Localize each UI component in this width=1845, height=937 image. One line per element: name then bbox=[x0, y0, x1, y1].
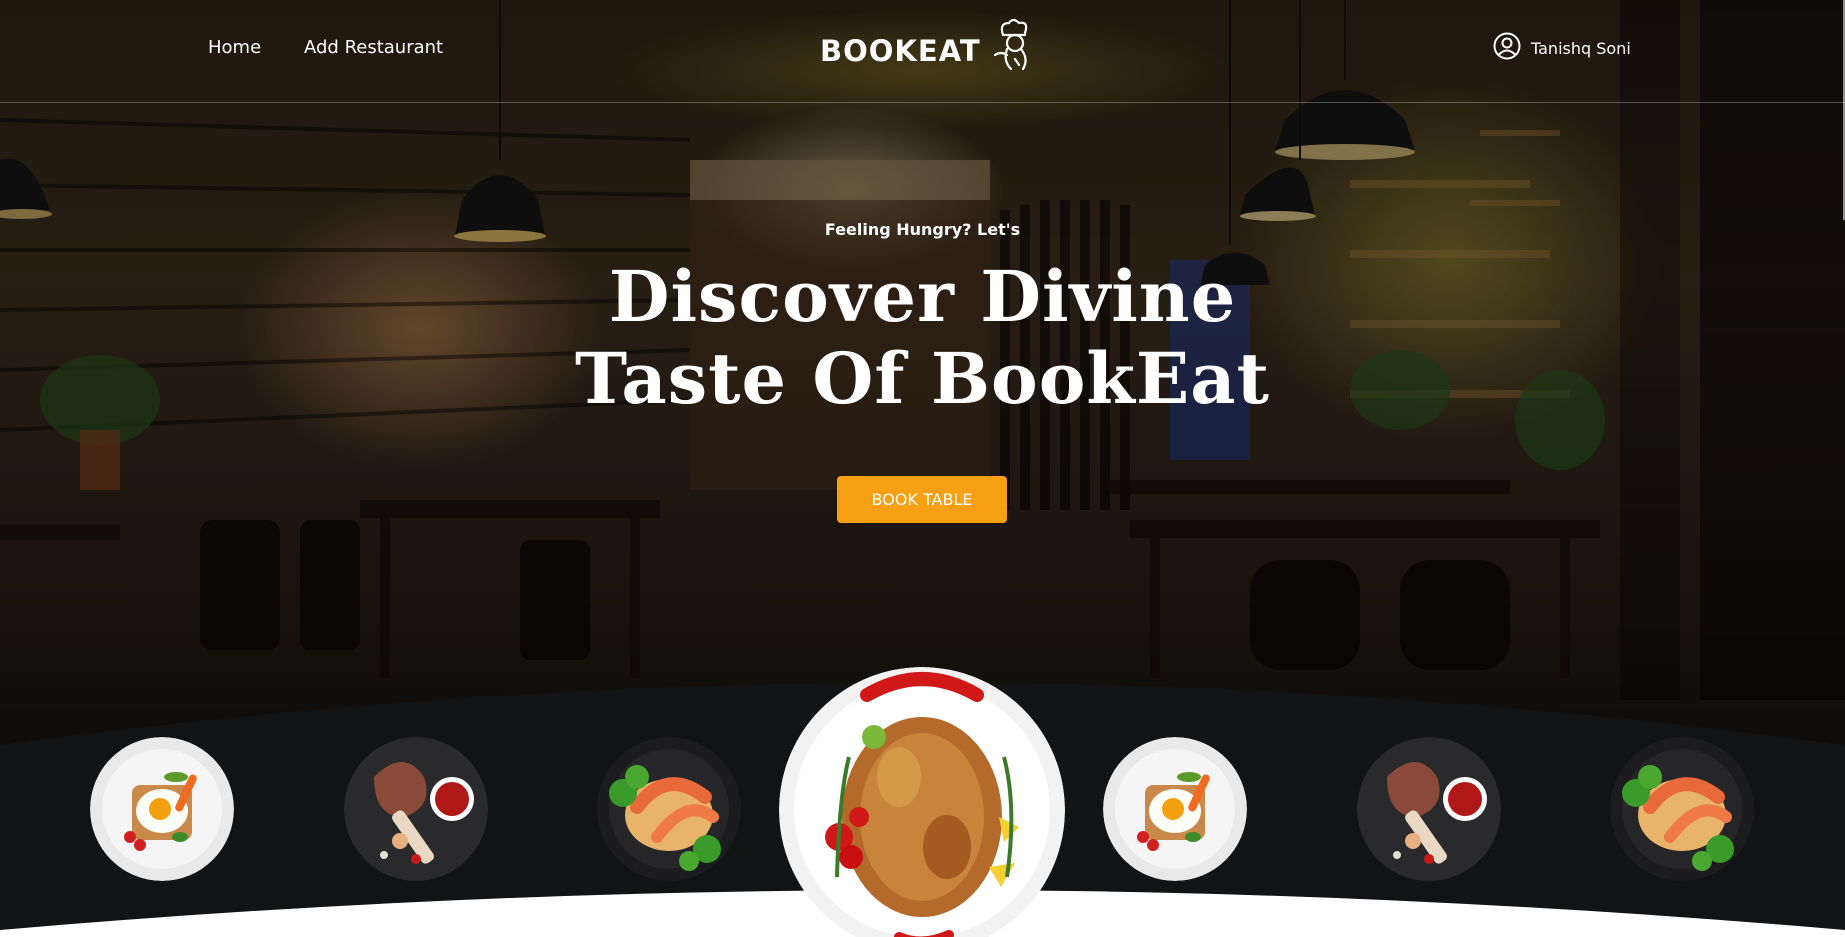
dish-egg-toast-2[interactable] bbox=[1103, 737, 1247, 881]
dish-roast-chicken-featured[interactable] bbox=[779, 667, 1065, 937]
logo-text: BOOKEAT bbox=[820, 34, 981, 68]
dish-shrimp-noodle-2[interactable] bbox=[1610, 737, 1754, 881]
dish-shrimp-noodle-1[interactable] bbox=[597, 737, 741, 881]
dish-tomahawk-steak-1[interactable] bbox=[344, 737, 488, 881]
page: Home Add Restaurant BOOKEAT Tanishq Soni… bbox=[0, 0, 1845, 937]
user-avatar-icon bbox=[1493, 32, 1521, 64]
bookeat-logo[interactable]: BOOKEAT bbox=[820, 18, 1041, 80]
chef-icon bbox=[985, 15, 1041, 77]
navbar: Home Add Restaurant BOOKEAT Tanishq Soni bbox=[0, 0, 1845, 103]
dish-tomahawk-steak-2[interactable] bbox=[1357, 737, 1501, 881]
nav-add-restaurant-link[interactable]: Add Restaurant bbox=[304, 37, 443, 58]
hero-eyebrow: Feeling Hungry? Let's bbox=[824, 220, 1021, 239]
nav-home-link[interactable]: Home bbox=[208, 37, 261, 58]
book-table-button[interactable]: BOOK TABLE bbox=[837, 476, 1007, 523]
user-name: Tanishq Soni bbox=[1531, 38, 1631, 58]
dish-egg-toast-1[interactable] bbox=[90, 737, 234, 881]
hero-headline: Discover Divine Taste Of BookEat bbox=[0, 256, 1845, 420]
hero-headline-line-1: Discover Divine bbox=[608, 255, 1237, 338]
user-profile-menu[interactable]: Tanishq Soni bbox=[1493, 32, 1631, 64]
hero-headline-line-2: Taste Of BookEat bbox=[575, 337, 1270, 420]
